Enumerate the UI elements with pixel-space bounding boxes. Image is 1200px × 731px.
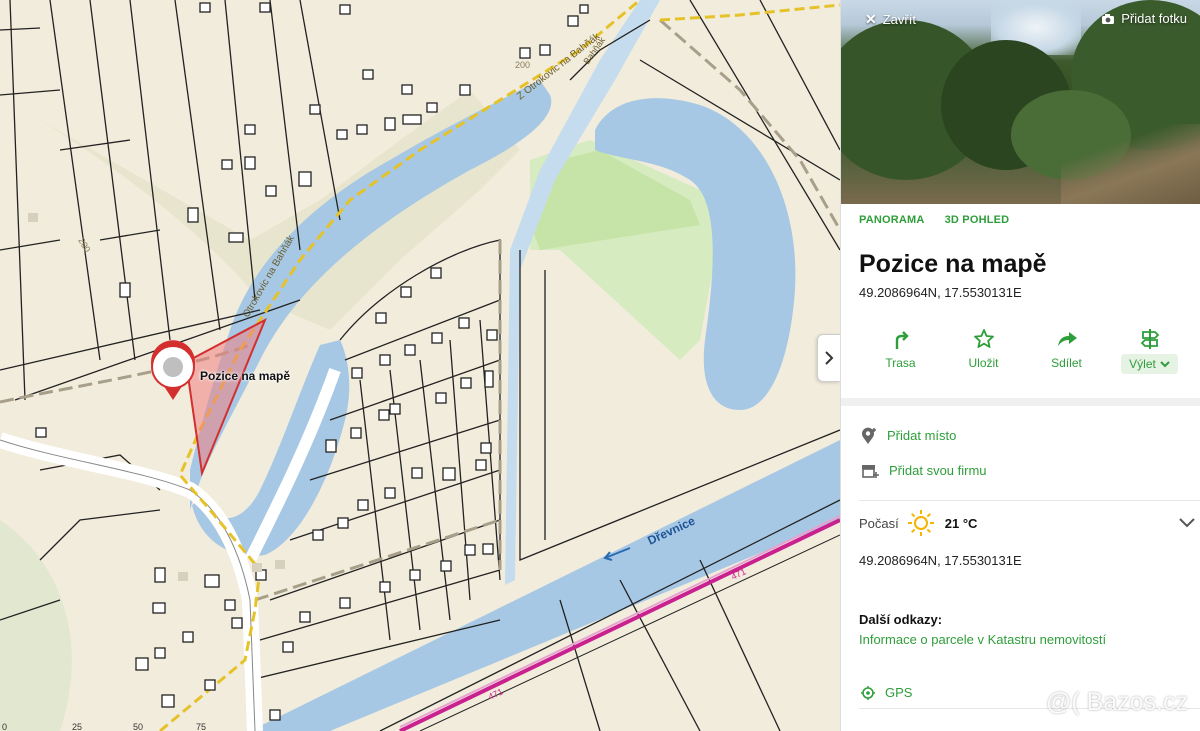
- route-icon: [895, 331, 909, 349]
- contour-label: 200: [515, 60, 530, 70]
- contour-label: 200: [76, 236, 92, 254]
- weather-label: Počasí: [859, 515, 899, 531]
- scale-tick: 50: [133, 722, 144, 731]
- add-photo-button[interactable]: Přidat fotku: [1101, 11, 1187, 26]
- signpost-icon: [1140, 329, 1159, 349]
- pin-label: Pozice na mapě: [200, 369, 291, 383]
- share-button[interactable]: Sdílet: [1025, 328, 1108, 388]
- coordinates-detail: 49.2086964N, 17.5530131E: [859, 553, 1022, 568]
- close-button[interactable]: ✕ Zavřít: [865, 11, 916, 28]
- share-icon: [1057, 332, 1077, 346]
- star-icon: [973, 329, 994, 348]
- action-bar: Trasa Uložit Sdílet Výlet: [841, 328, 1200, 388]
- place-coordinates: 49.2086964N, 17.5530131E: [859, 285, 1022, 300]
- map-canvas: Z Otrokovic na Bahňák Otrokovic na Bahňá…: [0, 0, 840, 731]
- trip-button[interactable]: Výlet: [1108, 328, 1191, 388]
- close-icon: ✕: [865, 11, 877, 27]
- share-label: Sdílet: [1051, 356, 1082, 370]
- chevron-down-icon: [1160, 361, 1170, 368]
- add-place-label: Přidat místo: [887, 428, 957, 443]
- save-button[interactable]: Uložit: [942, 328, 1025, 388]
- route-label: Trasa: [885, 356, 916, 370]
- cadastre-link[interactable]: Informace o parcele v Katastru nemovitos…: [859, 632, 1200, 647]
- add-place-link[interactable]: Přidat místo: [841, 418, 1200, 453]
- storefront-icon: [862, 464, 879, 478]
- place-title: Pozice na mapě: [859, 250, 1047, 278]
- panorama-photo[interactable]: ✕ Zavřít Přidat fotku: [841, 0, 1200, 204]
- temperature: 21 °C: [944, 515, 978, 531]
- chevron-right-icon: [825, 351, 834, 365]
- gps-label: GPS: [885, 685, 913, 700]
- tab-panorama[interactable]: PANORAMA: [859, 214, 925, 226]
- weather-row[interactable]: Počasí 21 °C: [841, 501, 1200, 545]
- trip-label: Výlet: [1129, 357, 1156, 371]
- scale-tick: 75: [196, 722, 207, 731]
- parcel-highlight: [184, 317, 267, 477]
- more-links-title: Další odkazy:: [859, 612, 943, 627]
- add-photo-label: Přidat fotku: [1121, 11, 1187, 26]
- section-divider: [841, 398, 1200, 406]
- sun-icon: [907, 510, 934, 536]
- add-place-icon: [862, 427, 876, 444]
- view-tabs: PANORAMA 3D POHLED: [841, 204, 1200, 226]
- add-business-label: Přidat svou firmu: [889, 463, 987, 478]
- camera-icon: [1102, 13, 1115, 24]
- gps-icon: [861, 685, 875, 700]
- close-label: Zavřít: [882, 12, 916, 27]
- chevron-down-icon[interactable]: [1179, 518, 1195, 528]
- collapse-panel-button[interactable]: [817, 334, 840, 382]
- tab-3d-view[interactable]: 3D POHLED: [945, 214, 1010, 226]
- oxbow-lake: [190, 80, 552, 510]
- scale-tick: 25: [72, 722, 83, 731]
- detail-panel: ✕ Zavřít Přidat fotku PANORAMA 3D POHLED…: [840, 0, 1200, 731]
- scale-tick: 0: [2, 722, 8, 731]
- route-button[interactable]: Trasa: [859, 328, 942, 388]
- watermark-logo: @( Bazos.cz: [1045, 688, 1188, 716]
- add-business-link[interactable]: Přidat svou firmu: [841, 453, 1200, 488]
- map-view[interactable]: Z Otrokovic na Bahňák Otrokovic na Bahňá…: [0, 0, 840, 731]
- location-pin: [151, 340, 195, 400]
- save-label: Uložit: [968, 356, 999, 370]
